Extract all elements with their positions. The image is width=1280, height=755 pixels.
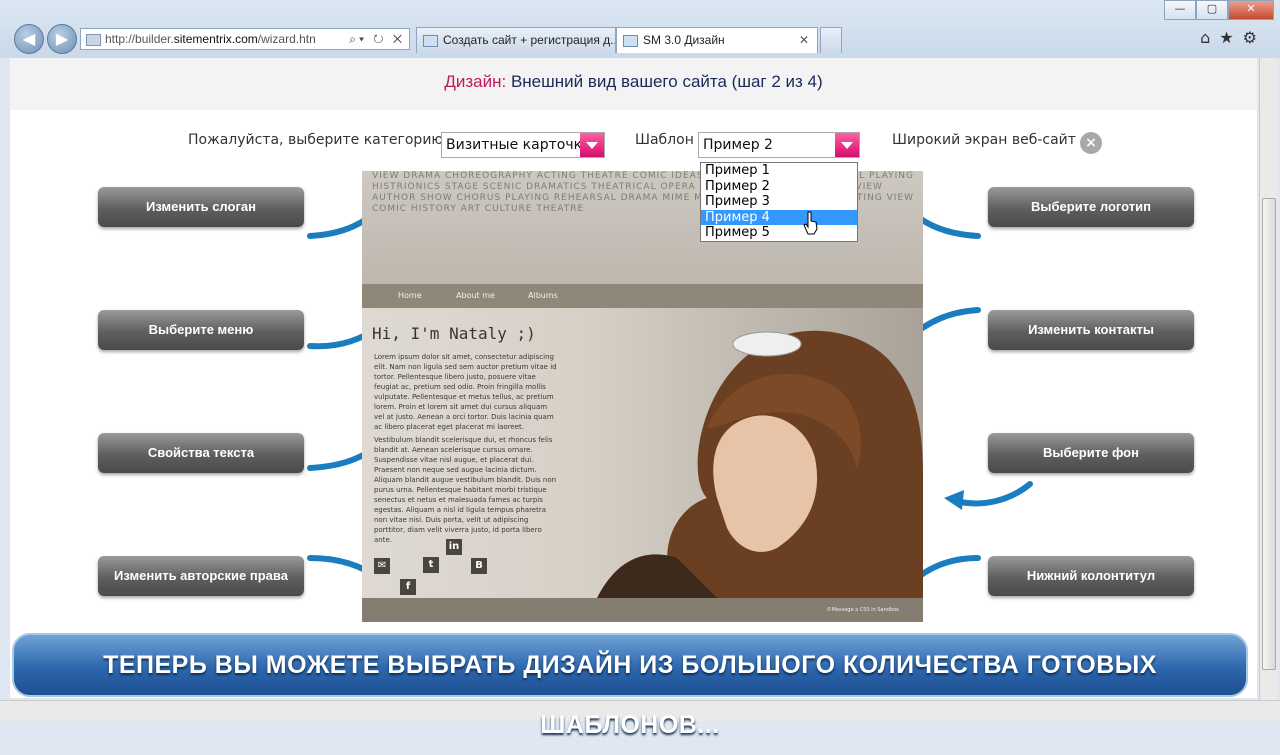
footer-button[interactable]: Нижний колонтитул [988, 556, 1194, 596]
category-select[interactable]: Визитные карточки [441, 132, 605, 158]
preview-nav-item: Albums [528, 291, 558, 300]
preview-footer-text: ©Message a CSS in Sandbox [826, 607, 899, 613]
tab-favicon-icon [623, 35, 638, 47]
text-properties-button[interactable]: Свойства текста [98, 433, 304, 473]
chevron-down-icon[interactable] [835, 133, 859, 157]
forward-button[interactable]: ▶ [47, 24, 77, 54]
new-tab-button[interactable] [820, 27, 842, 53]
choose-logo-button[interactable]: Выберите логотип [988, 187, 1194, 227]
window-controls: — ▢ ✕ [1164, 0, 1274, 20]
facebook-icon: f [400, 579, 416, 595]
portrait-image [597, 330, 923, 598]
template-value: Пример 2 [703, 137, 773, 153]
tab-label: Создать сайт + регистрация д... [443, 33, 616, 47]
back-button[interactable]: ◀ [14, 24, 44, 54]
mail-icon: ✉ [374, 558, 390, 574]
chevron-down-icon[interactable] [580, 133, 604, 157]
preview-body: Hi, I'm Nataly ;) Lorem ipsum dolor sit … [362, 308, 923, 598]
browser-tools-icons[interactable]: ⌂★⚙ [1200, 28, 1266, 47]
maximize-button[interactable]: ▢ [1196, 0, 1228, 20]
minimize-button[interactable]: — [1164, 0, 1196, 20]
caption-banner: ТЕПЕРЬ ВЫ МОЖЕТЕ ВЫБРАТЬ ДИЗАЙН ИЗ БОЛЬШ… [12, 633, 1248, 739]
preview-paragraph: Lorem ipsum dolor sit amet, consectetur … [374, 353, 557, 431]
vertical-scrollbar[interactable] [1259, 58, 1277, 700]
preview-footer: ©Message a CSS in Sandbox [362, 598, 923, 622]
preview-paragraph: Vestibulum blandit scelerisque dui, et r… [374, 436, 557, 544]
tab-close-icon[interactable]: ✕ [799, 28, 809, 52]
category-label: Пожалуйста, выберите категорию [188, 132, 444, 148]
dropdown-option[interactable]: Пример 2 [701, 179, 857, 195]
close-window-button[interactable]: ✕ [1228, 0, 1274, 20]
close-icon[interactable]: × [1080, 132, 1102, 154]
change-slogan-button[interactable]: Изменить слоган [98, 187, 304, 227]
tab-favicon-icon [423, 35, 438, 47]
address-tools[interactable]: ⌕▾ ↻ ✕ [349, 29, 405, 49]
category-value: Визитные карточки [446, 137, 592, 153]
choose-background-button[interactable]: Выберите фон [988, 433, 1194, 473]
page-title: Дизайн: Внешний вид вашего сайта (шаг 2 … [10, 58, 1257, 110]
blogger-icon: B [471, 558, 487, 574]
choose-menu-button[interactable]: Выберите меню [98, 310, 304, 350]
page-title-text: Внешний вид вашего сайта (шаг 2 из 4) [510, 72, 823, 91]
address-url: http://builder.sitementrix.com/wizard.ht… [105, 32, 316, 46]
scrollbar-thumb[interactable] [1262, 198, 1276, 670]
page-title-key: Дизайн: [444, 72, 507, 91]
preview-nav: Home About me Albums [362, 284, 923, 308]
twitter-icon: t [423, 557, 439, 573]
tab-create-site[interactable]: Создать сайт + регистрация д... [416, 27, 616, 53]
widescreen-label: Широкий экран веб-сайт [892, 132, 1076, 148]
page-content: Дизайн: Внешний вид вашего сайта (шаг 2 … [10, 58, 1257, 698]
browser-chrome: — ▢ ✕ ◀ ▶ http://builder.sitementrix.com… [0, 0, 1280, 58]
tab-label: SM 3.0 Дизайн [643, 33, 725, 47]
linkedin-icon: in [446, 539, 462, 555]
arrow-icon [944, 481, 1033, 510]
template-select[interactable]: Пример 2 [698, 132, 860, 158]
preview-title: Hi, I'm Nataly ;) [372, 324, 536, 343]
page-icon [86, 34, 101, 46]
template-label: Шаблон [635, 132, 694, 148]
preview-nav-item: Home [398, 291, 422, 300]
address-bar[interactable]: http://builder.sitementrix.com/wizard.ht… [80, 28, 410, 50]
dropdown-option[interactable]: Пример 1 [701, 163, 857, 179]
dropdown-option[interactable]: Пример 5 [701, 225, 857, 241]
dropdown-option-highlighted[interactable]: Пример 4 [701, 209, 857, 226]
dropdown-option[interactable]: Пример 3 [701, 194, 857, 210]
change-contacts-button[interactable]: Изменить контакты [988, 310, 1194, 350]
hand-cursor-icon [803, 211, 818, 235]
template-dropdown-list: Пример 1 Пример 2 Пример 3 Пример 4 Прим… [700, 162, 858, 242]
preview-nav-item: About me [456, 291, 495, 300]
tab-sm-design[interactable]: SM 3.0 Дизайн ✕ [616, 27, 818, 53]
change-copyright-button[interactable]: Изменить авторские права [98, 556, 304, 596]
